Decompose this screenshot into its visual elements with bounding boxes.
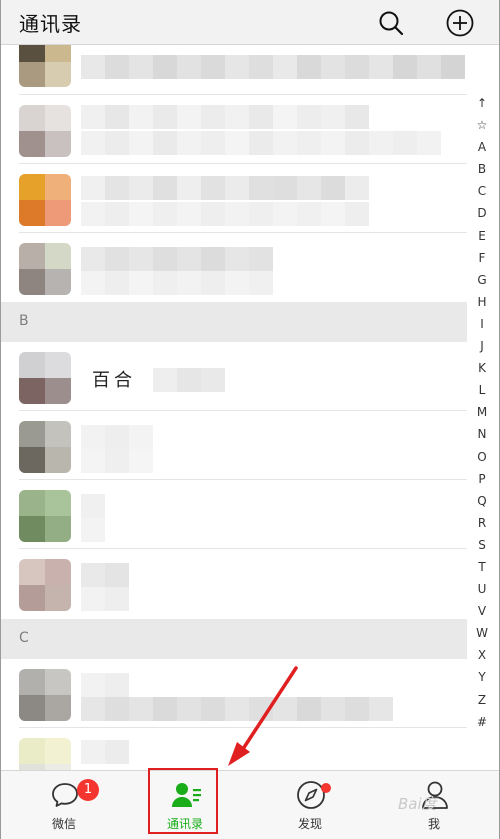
index-letter[interactable]: I — [472, 313, 492, 335]
blurred-subtitle — [81, 697, 393, 721]
contact-avatar — [19, 669, 71, 721]
tab-label: 微信 — [51, 817, 76, 831]
index-letter[interactable]: F — [472, 247, 492, 269]
blurred-name — [81, 494, 105, 518]
tab-chats[interactable]: 1 微信 — [19, 771, 109, 839]
contact-row[interactable] — [1, 45, 467, 95]
page-title: 通讯录 — [19, 12, 82, 36]
contact-avatar — [19, 45, 71, 87]
index-letter[interactable]: C — [472, 180, 492, 202]
contact-list[interactable]: B 百合 C — [1, 45, 467, 770]
blurred-name — [81, 740, 129, 764]
section-header-b: B — [1, 302, 467, 342]
index-letter[interactable]: W — [472, 622, 492, 644]
index-letter[interactable]: S — [472, 534, 492, 556]
contact-avatar — [19, 490, 71, 542]
index-letter[interactable]: ☆ — [472, 114, 492, 136]
alphabet-index[interactable]: ↑ ☆ A B C D E F G H I J K L M N O P Q R S T U V W X Y Z # — [472, 92, 492, 733]
contact-row[interactable] — [1, 480, 467, 549]
index-letter[interactable]: E — [472, 225, 492, 247]
index-letter[interactable]: Q — [472, 490, 492, 512]
index-letter[interactable]: X — [472, 644, 492, 666]
index-letter[interactable]: M — [472, 401, 492, 423]
index-letter[interactable]: Z — [472, 689, 492, 711]
index-letter[interactable]: N — [472, 423, 492, 445]
unread-badge: 1 — [77, 779, 99, 801]
section-header-c: C — [1, 619, 467, 659]
blurred-subtitle — [81, 271, 273, 295]
index-letter[interactable]: H — [472, 291, 492, 313]
blurred-name — [81, 247, 273, 271]
search-icon[interactable] — [377, 9, 405, 37]
index-letter[interactable]: U — [472, 578, 492, 600]
plus-circle-icon[interactable] — [445, 8, 475, 38]
blurred-name — [81, 425, 153, 449]
contact-avatar — [19, 421, 71, 473]
watermark-logo: Bai度 — [398, 795, 437, 813]
index-letter[interactable]: V — [472, 600, 492, 622]
contact-row[interactable] — [1, 728, 467, 770]
tab-label: 我 — [427, 817, 440, 831]
index-letter[interactable]: P — [472, 468, 492, 490]
contact-avatar — [19, 352, 71, 404]
chat-bubble-icon — [52, 783, 78, 807]
blurred-name — [81, 563, 129, 587]
index-letter[interactable]: O — [472, 446, 492, 468]
blurred-subtitle — [81, 131, 441, 155]
contact-row[interactable] — [1, 95, 467, 164]
contact-avatar — [19, 243, 71, 295]
index-letter[interactable]: B — [472, 158, 492, 180]
blurred-name — [81, 105, 369, 129]
contact-avatar — [19, 105, 71, 157]
index-letter[interactable]: D — [472, 202, 492, 224]
index-letter[interactable]: Y — [472, 666, 492, 688]
blurred-name — [81, 55, 465, 79]
blurred-name — [81, 673, 129, 697]
contact-name: 百合 — [92, 370, 136, 391]
contact-avatar — [19, 559, 71, 611]
index-letter[interactable]: ↑ — [472, 92, 492, 114]
index-letter[interactable]: R — [472, 512, 492, 534]
blurred-subtitle — [81, 518, 105, 542]
index-letter[interactable]: T — [472, 556, 492, 578]
tab-discover[interactable]: 发现 — [265, 771, 355, 839]
contact-avatar — [19, 738, 71, 770]
blurred-name — [81, 176, 369, 200]
contact-row[interactable] — [1, 659, 467, 728]
top-bar: 通讯录 — [1, 0, 499, 45]
section-letter: C — [19, 630, 29, 646]
section-letter: B — [19, 313, 29, 329]
blurred-subtitle — [81, 587, 129, 611]
blurred-subtitle — [81, 202, 369, 226]
contact-row[interactable] — [1, 164, 467, 233]
index-letter[interactable]: A — [472, 136, 492, 158]
index-letter[interactable]: L — [472, 379, 492, 401]
index-letter[interactable]: # — [472, 711, 492, 733]
contact-row[interactable] — [1, 411, 467, 480]
contact-avatar — [19, 174, 71, 226]
contact-row[interactable] — [1, 549, 467, 619]
blurred-subtitle — [81, 449, 153, 473]
annotation-highlight-box — [148, 768, 218, 834]
blurred-name — [153, 368, 225, 392]
tab-label: 发现 — [297, 817, 322, 831]
contact-row[interactable]: 百合 — [1, 342, 467, 411]
index-letter[interactable]: J — [472, 335, 492, 357]
notification-dot — [321, 783, 331, 793]
index-letter[interactable]: K — [472, 357, 492, 379]
index-letter[interactable]: G — [472, 269, 492, 291]
contact-row[interactable] — [1, 233, 467, 302]
